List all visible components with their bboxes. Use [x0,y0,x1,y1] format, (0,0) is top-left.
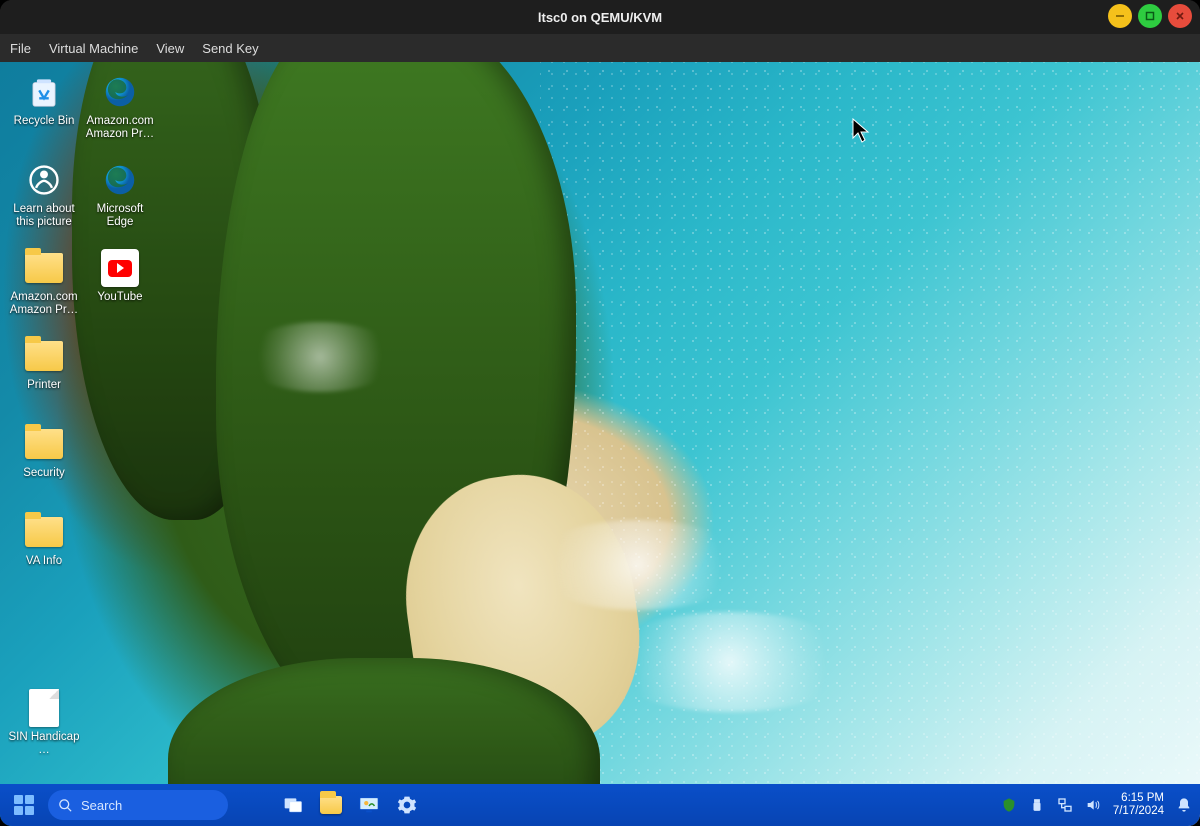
desktop-icon-va-info-folder[interactable]: VA Info [6,508,82,594]
taskbar: Search [0,784,1200,826]
desktop-icons: Recycle Bin Amazon.com Amazon Pr… Learn ab… [6,68,158,770]
desktop-icon-label: Amazon.com Amazon Pr… [84,115,156,141]
learn-picture-icon [24,160,64,200]
vm-title: ltsc0 on QEMU/KVM [538,10,662,25]
task-view-icon [283,795,303,815]
desktop-icon-label: VA Info [26,555,62,568]
desktop-icon-printer-folder[interactable]: Printer [6,332,82,418]
va-info-folder-icon [24,512,64,552]
taskbar-file-explorer[interactable] [314,788,348,822]
system-tray: 6:15 PM 7/17/2024 [1001,792,1192,818]
amazon-edge-icon [100,72,140,112]
tray-network-icon[interactable] [1057,797,1073,813]
sin-handicap-file-icon [24,688,64,728]
desktop-icon-amazon-folder[interactable]: Amazon.com Amazon Pr… [6,244,82,330]
desktop-icon-security-folder[interactable]: Security [6,420,82,506]
desktop-icon-youtube[interactable]: YouTube [82,244,158,330]
minimize-icon [1114,10,1126,22]
printer-folder-icon [24,336,64,376]
desktop-icon-amazon-edge[interactable]: Amazon.com Amazon Pr… [82,68,158,154]
menu-view[interactable]: View [156,41,184,56]
desktop-icon-label: Recycle Bin [14,115,75,128]
tray-notifications[interactable] [1176,797,1192,813]
search-placeholder: Search [81,798,122,813]
tray-time: 6:15 PM [1113,792,1164,805]
taskbar-task-view[interactable] [276,788,310,822]
window-controls [1108,4,1192,28]
desktop-icon-label: SIN Handicap … [8,731,80,757]
desktop-icon-label: Amazon.com Amazon Pr… [8,291,80,317]
desktop-icon-sin-handicap-file[interactable]: SIN Handicap … [6,684,82,770]
guest-screen: Recycle Bin Amazon.com Amazon Pr… Learn ab… [0,62,1200,826]
search-icon [58,798,73,813]
microsoft-edge-icon [100,160,140,200]
desktop-icon-label: Microsoft Edge [84,203,156,229]
desktop-icon-label: YouTube [97,291,142,304]
youtube-icon [100,248,140,288]
close-button[interactable] [1168,4,1192,28]
monitor-icon [358,794,380,816]
tray-usb-icon[interactable] [1029,797,1045,813]
vm-titlebar: ltsc0 on QEMU/KVM [0,0,1200,34]
start-button[interactable] [8,789,40,821]
maximize-button[interactable] [1138,4,1162,28]
menu-file[interactable]: File [10,41,31,56]
tray-volume-icon[interactable] [1085,797,1101,813]
menu-virtual-machine[interactable]: Virtual Machine [49,41,138,56]
tray-date: 7/17/2024 [1113,805,1164,818]
taskbar-settings[interactable] [390,788,424,822]
menu-send-key[interactable]: Send Key [202,41,258,56]
desktop-icon-label: Printer [27,379,61,392]
desktop-icon-label: Security [23,467,65,480]
taskbar-app-monitor[interactable] [352,788,386,822]
minimize-button[interactable] [1108,4,1132,28]
desktop-icon-label: Learn about this picture [8,203,80,229]
tray-security-icon[interactable] [1001,797,1017,813]
amazon-folder-icon [24,248,64,288]
close-icon [1174,10,1186,22]
recycle-bin-icon [24,72,64,112]
tray-datetime[interactable]: 6:15 PM 7/17/2024 [1113,792,1164,818]
folder-icon [320,796,342,814]
desktop-icon-learn-picture[interactable]: Learn about this picture [6,156,82,242]
security-folder-icon [24,424,64,464]
taskbar-search[interactable]: Search [48,790,228,820]
vm-window: ltsc0 on QEMU/KVM File Virtual Machine V… [0,0,1200,826]
desktop-icon-recycle-bin[interactable]: Recycle Bin [6,68,82,154]
vm-menubar: File Virtual Machine View Send Key [0,34,1200,62]
maximize-icon [1144,10,1156,22]
taskbar-pinned [276,788,424,822]
gear-icon [397,795,417,815]
wallpaper [0,62,1200,826]
desktop-icon-microsoft-edge[interactable]: Microsoft Edge [82,156,158,242]
